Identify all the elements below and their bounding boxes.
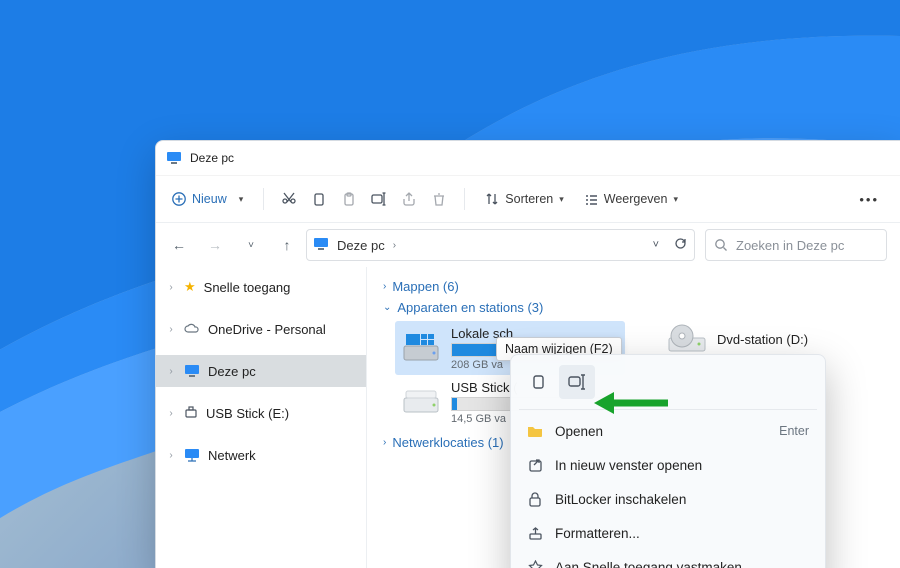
sidebar-item-onedrive[interactable]: › OneDrive - Personal <box>156 313 366 345</box>
view-button[interactable]: Weergeven ▾ <box>576 186 686 212</box>
chevron-down-icon: ▾ <box>559 194 564 205</box>
shortcut-hint: Enter <box>779 424 809 438</box>
command-bar: Nieuw ▾ Sorteren ▾ Weergeven ▾ ••• <box>156 176 900 223</box>
address-bar[interactable]: Deze pc › ˅ <box>306 229 695 261</box>
search-box[interactable]: Zoeken in Deze pc <box>705 229 887 261</box>
up-button[interactable]: ↑ <box>278 237 296 253</box>
cloud-icon <box>184 323 200 335</box>
recent-button[interactable]: ˅ <box>242 240 260 251</box>
pin-icon <box>527 560 543 568</box>
drive-name: Dvd-station (D:) <box>717 332 808 347</box>
annotation-arrow <box>592 390 670 416</box>
sidebar-item-network[interactable]: › Netwerk <box>156 439 366 471</box>
ctx-open-new-window[interactable]: In nieuw venster openen <box>517 448 819 482</box>
group-folders[interactable]: › Mappen (6) <box>383 279 889 294</box>
chevron-right-icon[interactable]: › <box>393 240 396 251</box>
window-title: Deze pc <box>190 151 234 165</box>
drive-icon <box>401 330 441 366</box>
desktop-background: Deze pc Nieuw ▾ Sorteren ▾ Weer <box>0 0 900 568</box>
chevron-right-icon: › <box>166 282 176 293</box>
forward-button[interactable]: → <box>206 237 224 253</box>
copy-button[interactable] <box>306 186 332 212</box>
dvd-drive-icon <box>667 323 707 355</box>
this-pc-icon <box>184 364 200 378</box>
new-button[interactable]: Nieuw ▾ <box>164 186 251 212</box>
history-chevron[interactable]: ˅ <box>653 239 659 251</box>
search-icon <box>714 238 728 252</box>
network-icon <box>184 448 200 462</box>
sidebar-item-this-pc[interactable]: › Deze pc <box>156 355 366 387</box>
delete-button[interactable] <box>426 186 452 212</box>
this-pc-icon <box>313 237 329 254</box>
refresh-button[interactable] <box>673 236 688 254</box>
ctx-format[interactable]: Formatteren... <box>517 516 819 550</box>
ctx-pin-quick-access[interactable]: Aan Snelle toegang vastmaken <box>517 550 819 568</box>
navigation-pane: › ★ Snelle toegang › OneDrive - Personal… <box>156 267 367 568</box>
more-icon: ••• <box>859 192 879 207</box>
ctx-bitlocker[interactable]: BitLocker inschakelen <box>517 482 819 516</box>
lock-icon <box>527 492 543 507</box>
chevron-right-icon: › <box>166 324 176 335</box>
copy-button[interactable] <box>521 365 557 399</box>
chevron-right-icon: › <box>383 437 386 448</box>
this-pc-icon <box>166 151 182 165</box>
search-placeholder: Zoeken in Deze pc <box>736 238 844 253</box>
star-icon: ★ <box>184 279 196 295</box>
sidebar-item-quick-access[interactable]: › ★ Snelle toegang <box>156 271 366 303</box>
rename-button[interactable] <box>366 186 392 212</box>
back-button[interactable]: ← <box>170 237 188 253</box>
more-button[interactable]: ••• <box>851 186 887 213</box>
chevron-right-icon: › <box>166 450 176 461</box>
share-button[interactable] <box>396 186 422 212</box>
format-icon <box>527 526 543 541</box>
chevron-right-icon: › <box>383 281 386 292</box>
separator <box>464 188 465 210</box>
chevron-down-icon: ▾ <box>239 194 244 205</box>
nav-buttons: ← → ˅ ↑ <box>170 237 296 253</box>
folder-icon <box>527 424 543 438</box>
breadcrumb-item[interactable]: Deze pc <box>337 238 385 253</box>
ctx-open[interactable]: Openen Enter <box>517 414 819 448</box>
new-window-icon <box>527 458 543 473</box>
paste-button[interactable] <box>336 186 362 212</box>
group-devices[interactable]: ⌄ Apparaten en stations (3) <box>383 300 889 315</box>
address-bar-row: ← → ˅ ↑ Deze pc › ˅ Zoe <box>156 223 900 267</box>
separator <box>263 188 264 210</box>
sidebar-item-usb[interactable]: › USB Stick (E:) <box>156 397 366 429</box>
drive-icon <box>401 384 441 420</box>
usb-drive-icon <box>184 406 198 420</box>
context-menu: Openen Enter In nieuw venster openen Bit… <box>510 354 826 568</box>
sort-button[interactable]: Sorteren ▾ <box>477 186 571 212</box>
cut-button[interactable] <box>276 186 302 212</box>
title-bar[interactable]: Deze pc <box>156 141 900 176</box>
drive-dvd-d[interactable]: Dvd-station (D:) <box>667 323 808 355</box>
chevron-right-icon: › <box>166 408 176 419</box>
chevron-down-icon: ⌄ <box>383 302 391 313</box>
chevron-right-icon: › <box>166 366 176 377</box>
chevron-down-icon: ▾ <box>673 194 678 205</box>
rename-button[interactable] <box>559 365 595 399</box>
